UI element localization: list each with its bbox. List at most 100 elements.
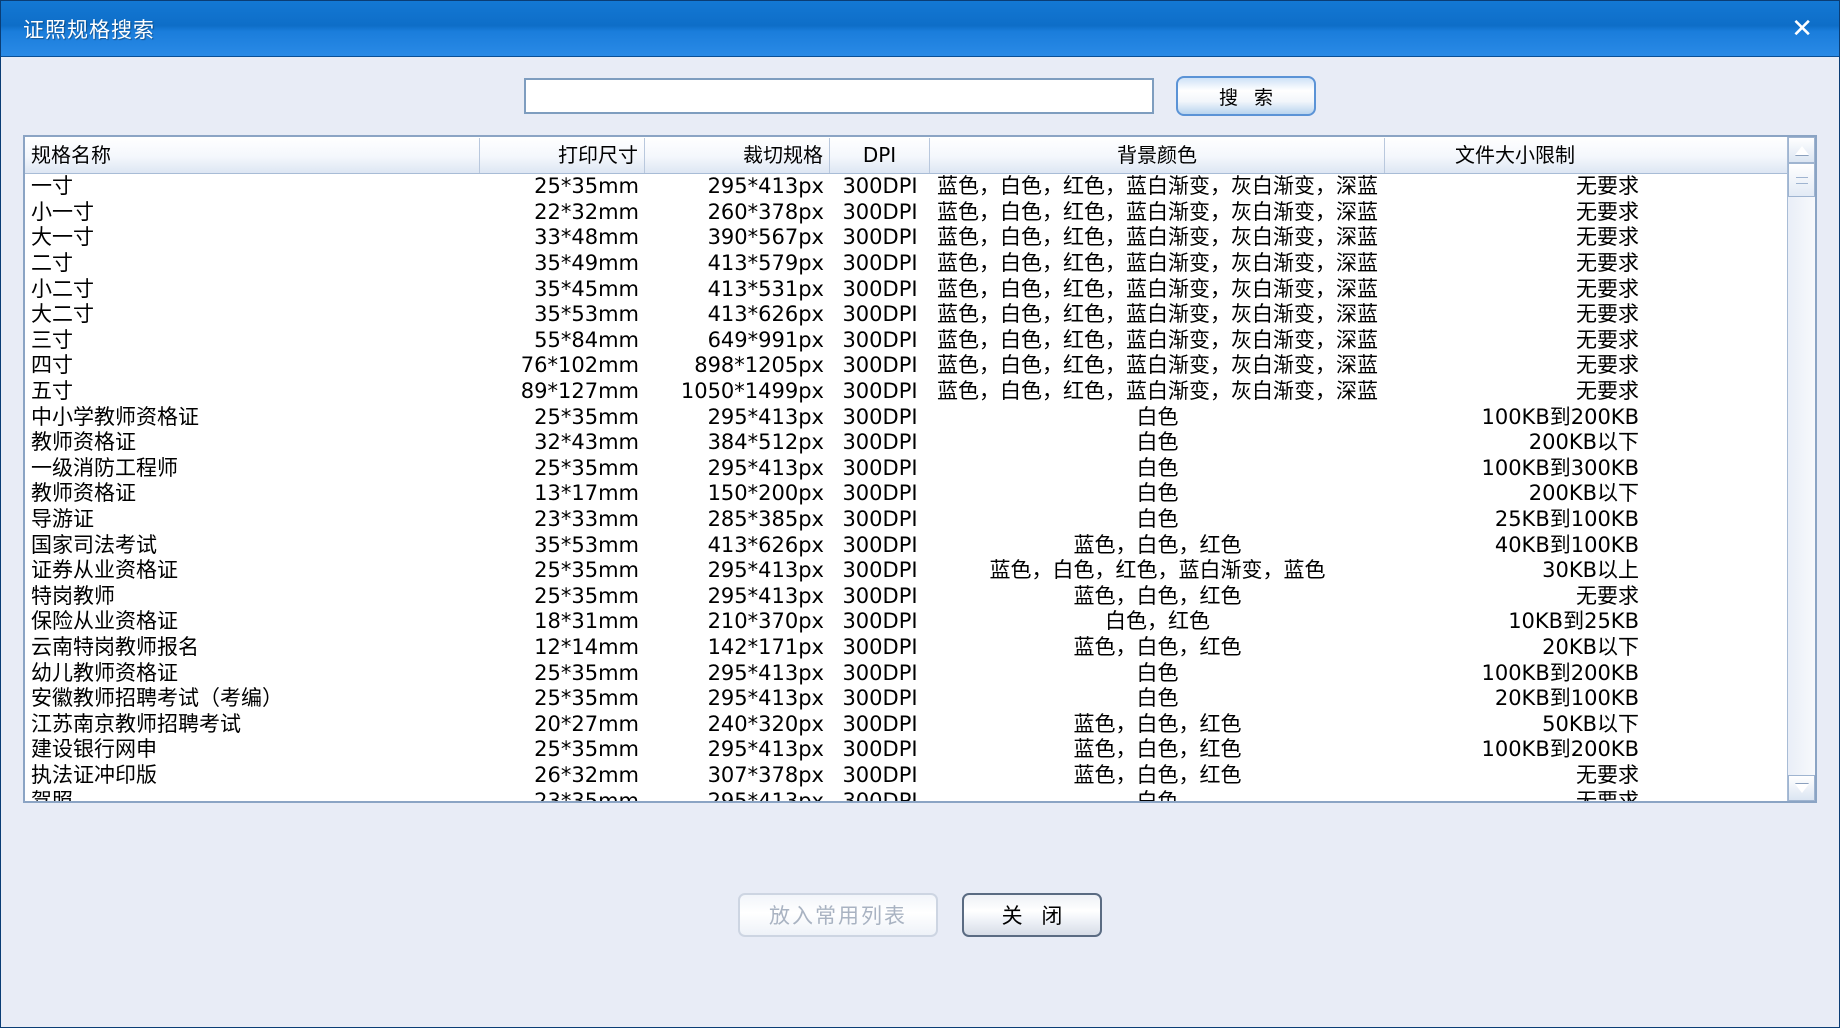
- table-row[interactable]: 五寸89*127mm1050*1499px300DPI蓝色，白色，红色，蓝白渐变…: [25, 379, 1787, 405]
- table-row[interactable]: 大二寸35*53mm413*626px300DPI蓝色，白色，红色，蓝白渐变，灰…: [25, 302, 1787, 328]
- cell-dpi: 300DPI: [830, 686, 930, 711]
- cell-cut-size: 260*378px: [645, 200, 830, 225]
- cell-background: 蓝色，白色，红色，蓝白渐变，灰白渐变，深蓝: [930, 302, 1385, 327]
- cell-name: 教师资格证: [25, 481, 480, 506]
- cell-cut-size: 384*512px: [645, 430, 830, 455]
- scroll-down-arrow-icon[interactable]: [1788, 775, 1815, 801]
- column-header-background[interactable]: 背景颜色: [930, 138, 1385, 173]
- table-row[interactable]: 小一寸22*32mm260*378px300DPI蓝色，白色，红色，蓝白渐变，灰…: [25, 200, 1787, 226]
- table-row[interactable]: 二寸35*49mm413*579px300DPI蓝色，白色，红色，蓝白渐变，灰白…: [25, 251, 1787, 277]
- cell-background: 蓝色，白色，红色: [930, 584, 1385, 609]
- table-row[interactable]: 建设银行网申25*35mm295*413px300DPI蓝色，白色，红色100K…: [25, 737, 1787, 763]
- cell-dpi: 300DPI: [830, 225, 930, 250]
- cell-dpi: 300DPI: [830, 507, 930, 532]
- cell-cut-size: 898*1205px: [645, 353, 830, 378]
- cell-background: 蓝色，白色，红色: [930, 712, 1385, 737]
- column-header-dpi[interactable]: DPI: [830, 138, 930, 173]
- cell-dpi: 300DPI: [830, 763, 930, 788]
- cell-cut-size: 649*991px: [645, 328, 830, 353]
- table-row[interactable]: 安徽教师招聘考试（考编）25*35mm295*413px300DPI白色20KB…: [25, 686, 1787, 712]
- cell-background: 蓝色，白色，红色，蓝白渐变，灰白渐变，深蓝: [930, 251, 1385, 276]
- search-input[interactable]: [524, 78, 1154, 114]
- table-row[interactable]: 小二寸35*45mm413*531px300DPI蓝色，白色，红色，蓝白渐变，灰…: [25, 276, 1787, 302]
- search-button[interactable]: 搜 索: [1176, 76, 1316, 116]
- table-header-row: 规格名称 打印尺寸 裁切规格 DPI 背景颜色 文件大小限制: [25, 137, 1787, 174]
- cell-print-size: 25*35mm: [480, 661, 645, 686]
- cell-cut-size: 413*626px: [645, 533, 830, 558]
- cell-background: 蓝色，白色，红色，蓝白渐变，灰白渐变，深蓝: [930, 379, 1385, 404]
- cell-file-size: 无要求: [1385, 174, 1645, 199]
- column-header-name[interactable]: 规格名称: [25, 138, 480, 173]
- table-row[interactable]: 导游证23*33mm285*385px300DPI白色25KB到100KB: [25, 507, 1787, 533]
- dialog-footer: 放入常用列表 关 闭: [1, 803, 1839, 1027]
- column-header-cut-size[interactable]: 裁切规格: [645, 138, 830, 173]
- table-row[interactable]: 三寸55*84mm649*991px300DPI蓝色，白色，红色，蓝白渐变，灰白…: [25, 328, 1787, 354]
- scrollbar-track[interactable]: [1788, 163, 1815, 775]
- cell-cut-size: 295*413px: [645, 661, 830, 686]
- table-row[interactable]: 执法证冲印版26*32mm307*378px300DPI蓝色，白色，红色无要求: [25, 763, 1787, 789]
- cell-cut-size: 150*200px: [645, 481, 830, 506]
- table-row[interactable]: 证券从业资格证25*35mm295*413px300DPI蓝色，白色，红色，蓝白…: [25, 558, 1787, 584]
- table-row[interactable]: 一寸25*35mm295*413px300DPI蓝色，白色，红色，蓝白渐变，灰白…: [25, 174, 1787, 200]
- add-to-favorites-button[interactable]: 放入常用列表: [738, 893, 938, 937]
- table-row[interactable]: 江苏南京教师招聘考试20*27mm240*320px300DPI蓝色，白色，红色…: [25, 711, 1787, 737]
- cell-background: 蓝色，白色，红色: [930, 635, 1385, 660]
- cell-file-size: 40KB到100KB: [1385, 533, 1645, 558]
- cell-file-size: 200KB以下: [1385, 481, 1645, 506]
- table-row[interactable]: 驾照23*35mm295*413px300DPI白色无要求: [25, 788, 1787, 801]
- cell-dpi: 300DPI: [830, 635, 930, 660]
- cell-name: 一级消防工程师: [25, 456, 480, 481]
- cell-dpi: 300DPI: [830, 533, 930, 558]
- close-button[interactable]: 关 闭: [962, 893, 1102, 937]
- cell-name: 建设银行网申: [25, 737, 480, 762]
- dialog-body: 搜 索 规格名称 打印尺寸 裁切规格 DPI 背景颜色 文件大小限制 一寸25*…: [1, 57, 1839, 1027]
- cell-name: 执法证冲印版: [25, 763, 480, 788]
- cell-print-size: 35*49mm: [480, 251, 645, 276]
- cell-print-size: 25*35mm: [480, 456, 645, 481]
- scroll-up-arrow-icon[interactable]: [1788, 137, 1815, 163]
- cell-print-size: 35*53mm: [480, 533, 645, 558]
- table-row[interactable]: 特岗教师25*35mm295*413px300DPI蓝色，白色，红色无要求: [25, 584, 1787, 610]
- cell-cut-size: 390*567px: [645, 225, 830, 250]
- table-row[interactable]: 四寸76*102mm898*1205px300DPI蓝色，白色，红色，蓝白渐变，…: [25, 353, 1787, 379]
- cell-print-size: 23*33mm: [480, 507, 645, 532]
- cell-cut-size: 413*531px: [645, 277, 830, 302]
- cell-name: 二寸: [25, 251, 480, 276]
- cell-print-size: 13*17mm: [480, 481, 645, 506]
- cell-cut-size: 142*171px: [645, 635, 830, 660]
- cell-cut-size: 240*320px: [645, 712, 830, 737]
- table-row[interactable]: 国家司法考试35*53mm413*626px300DPI蓝色，白色，红色40KB…: [25, 532, 1787, 558]
- table-row[interactable]: 保险从业资格证18*31mm210*370px300DPI白色，红色10KB到2…: [25, 609, 1787, 635]
- cell-background: 白色: [930, 661, 1385, 686]
- cell-dpi: 300DPI: [830, 661, 930, 686]
- table-row[interactable]: 教师资格证32*43mm384*512px300DPI白色200KB以下: [25, 430, 1787, 456]
- cell-cut-size: 307*378px: [645, 763, 830, 788]
- spec-table-panel: 规格名称 打印尺寸 裁切规格 DPI 背景颜色 文件大小限制 一寸25*35mm…: [23, 135, 1817, 803]
- cell-dpi: 300DPI: [830, 481, 930, 506]
- table-row[interactable]: 云南特岗教师报名12*14mm142*171px300DPI蓝色，白色，红色20…: [25, 635, 1787, 661]
- cell-background: 白色: [930, 481, 1385, 506]
- table-row[interactable]: 一级消防工程师25*35mm295*413px300DPI白色100KB到300…: [25, 456, 1787, 482]
- cell-name: 证券从业资格证: [25, 558, 480, 583]
- cell-cut-size: 295*413px: [645, 558, 830, 583]
- scrollbar-thumb[interactable]: [1788, 163, 1815, 197]
- vertical-scrollbar[interactable]: [1787, 137, 1815, 801]
- cell-cut-size: 413*626px: [645, 302, 830, 327]
- cell-background: 白色: [930, 686, 1385, 711]
- cell-file-size: 20KB到100KB: [1385, 686, 1645, 711]
- column-header-print-size[interactable]: 打印尺寸: [480, 138, 645, 173]
- column-header-file-size[interactable]: 文件大小限制: [1385, 138, 1645, 173]
- table-row[interactable]: 教师资格证13*17mm150*200px300DPI白色200KB以下: [25, 481, 1787, 507]
- cell-file-size: 无要求: [1385, 763, 1645, 788]
- table-body[interactable]: 一寸25*35mm295*413px300DPI蓝色，白色，红色，蓝白渐变，灰白…: [25, 174, 1787, 801]
- close-icon[interactable]: ✕: [1781, 14, 1823, 44]
- cell-dpi: 300DPI: [830, 584, 930, 609]
- table-row[interactable]: 大一寸33*48mm390*567px300DPI蓝色，白色，红色，蓝白渐变，灰…: [25, 225, 1787, 251]
- scrollbar-grip-icon: [1796, 177, 1808, 184]
- cell-file-size: 100KB到200KB: [1385, 737, 1645, 762]
- cell-dpi: 300DPI: [830, 430, 930, 455]
- table-row[interactable]: 中小学教师资格证25*35mm295*413px300DPI白色100KB到20…: [25, 404, 1787, 430]
- triangle-up-icon: [1795, 146, 1809, 155]
- table-row[interactable]: 幼儿教师资格证25*35mm295*413px300DPI白色100KB到200…: [25, 660, 1787, 686]
- cell-name: 保险从业资格证: [25, 609, 480, 634]
